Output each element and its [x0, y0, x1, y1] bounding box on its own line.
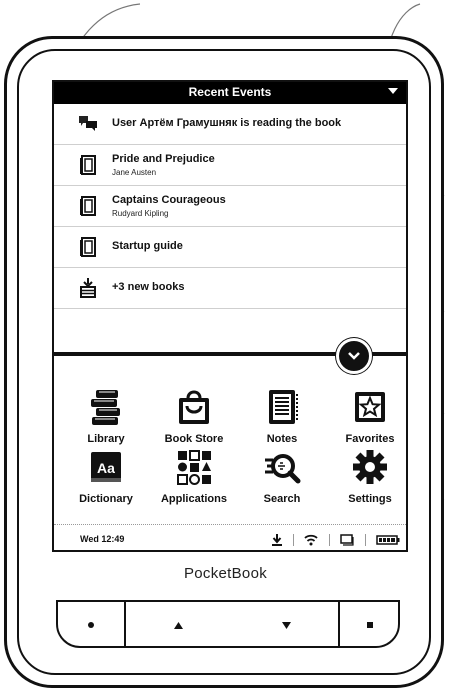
chat-icon	[79, 116, 97, 131]
events-list: User Артём Грамушняк is reading the book…	[54, 104, 406, 309]
page-title: Recent Events	[188, 85, 272, 99]
list-item[interactable]: Pride and Prejudice Jane Austen	[54, 145, 406, 186]
dictionary-icon: Aa	[91, 452, 121, 482]
event-title: Startup guide	[112, 240, 183, 252]
app-applications[interactable]: Applications	[150, 448, 238, 505]
app-settings[interactable]: Settings	[326, 448, 406, 505]
favorites-icon	[355, 392, 385, 422]
search-icon	[265, 454, 301, 484]
app-label: Applications	[160, 493, 227, 505]
event-title: Captains Courageous	[112, 194, 226, 206]
chevron-down-icon	[348, 352, 360, 360]
back-button[interactable]	[58, 602, 124, 646]
status-separator	[328, 533, 330, 546]
app-library[interactable]: Library	[62, 388, 150, 445]
recent-events-header[interactable]: Recent Events	[54, 82, 406, 104]
book-icon	[80, 155, 96, 175]
app-label: Favorites	[345, 433, 395, 445]
down-button[interactable]	[232, 602, 338, 646]
list-item[interactable]: User Артём Грамушняк is reading the book	[54, 104, 406, 145]
dropdown-arrow-icon[interactable]	[388, 88, 398, 94]
store-icon	[179, 390, 209, 424]
download-icon	[80, 278, 96, 298]
app-label: Settings	[348, 493, 392, 505]
app-favorites[interactable]: Favorites	[326, 388, 406, 445]
app-notes[interactable]: Notes	[238, 388, 326, 445]
dot-icon	[88, 622, 94, 628]
status-bar: Wed 12:49	[54, 524, 406, 550]
app-label: Library	[87, 433, 125, 445]
status-icons	[266, 531, 400, 547]
dictionary-glyph: Aa	[97, 460, 115, 476]
clock[interactable]: Wed 12:49	[80, 534, 124, 544]
app-search[interactable]: Search	[238, 448, 326, 505]
brand-logo: PocketBook	[183, 565, 268, 582]
applications-icon	[177, 450, 211, 485]
download-icon[interactable]	[272, 533, 283, 546]
hardware-buttons	[56, 600, 400, 648]
event-title: Pride and Prejudice	[112, 153, 215, 165]
list-item[interactable]: Captains Courageous Rudyard Kipling	[54, 186, 406, 227]
app-label: Book Store	[164, 433, 224, 445]
window-icon[interactable]	[340, 534, 354, 546]
settings-icon	[353, 450, 387, 484]
event-title: User Артём Грамушняк is reading the book	[112, 117, 342, 129]
event-title: +3 new books	[112, 281, 185, 293]
wifi-icon[interactable]	[304, 534, 318, 546]
list-item[interactable]: +3 new books	[54, 268, 406, 309]
app-dictionary[interactable]: Aa Dictionary	[62, 448, 150, 505]
app-label: Search	[263, 493, 301, 505]
collapse-button[interactable]	[336, 338, 372, 374]
triangle-up-icon	[174, 622, 183, 629]
app-book-store[interactable]: Book Store	[150, 388, 238, 445]
up-button[interactable]	[126, 602, 232, 646]
app-label: Dictionary	[79, 493, 133, 505]
status-separator	[364, 533, 366, 546]
app-label: Notes	[266, 433, 298, 445]
book-icon	[80, 237, 96, 257]
library-icon	[91, 390, 120, 425]
event-subtitle: Jane Austen	[112, 168, 157, 177]
square-icon	[367, 622, 373, 628]
status-separator	[292, 533, 294, 546]
battery-icon	[376, 535, 400, 545]
list-item[interactable]: Startup guide	[54, 227, 406, 268]
event-subtitle: Rudyard Kipling	[112, 209, 169, 218]
triangle-down-icon	[282, 622, 291, 629]
book-icon	[80, 196, 96, 216]
notes-icon	[269, 390, 298, 424]
screen: Recent Events User Артём Грамушняк is re…	[52, 80, 408, 552]
menu-button[interactable]	[340, 602, 398, 646]
